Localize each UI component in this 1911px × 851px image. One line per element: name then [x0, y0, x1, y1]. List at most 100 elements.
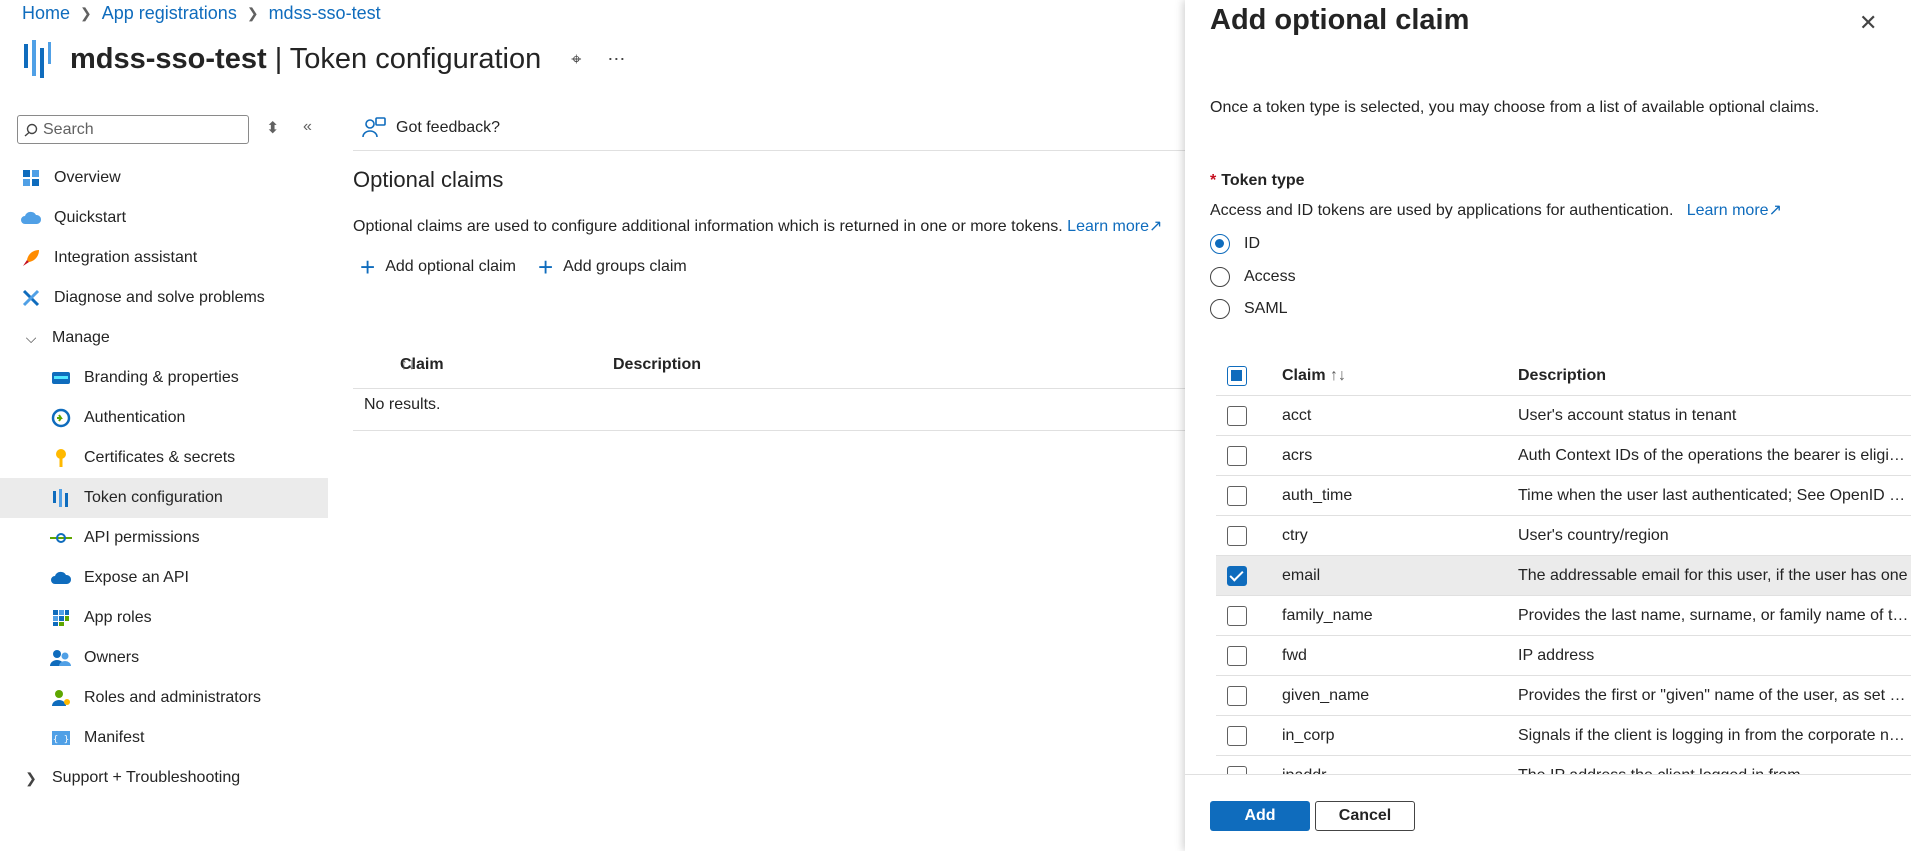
chevron-down-icon: ⌵: [25, 329, 37, 346]
quickstart-cloud-icon: [20, 207, 42, 229]
claim-description: Provides the first or "given" name of th…: [1518, 686, 1911, 704]
sidebar-group-support[interactable]: ❯ Support + Troubleshooting: [0, 758, 328, 798]
sort-icon: ↑↓: [400, 356, 416, 373]
feedback-icon: [362, 117, 386, 138]
sort-icon: ↑↓: [1330, 366, 1347, 384]
learn-more-link[interactable]: Learn more↗: [1067, 218, 1162, 235]
token-configuration-icon: [50, 487, 72, 509]
sidebar-item-branding[interactable]: Branding & properties: [0, 358, 328, 398]
chevron-right-icon: ❯: [246, 5, 259, 21]
claim-checkbox[interactable]: [1227, 725, 1247, 746]
claim-row[interactable]: given_name Provides the first or "given" …: [1216, 676, 1911, 716]
claim-row[interactable]: acct User's account status in tenant: [1216, 396, 1911, 436]
breadcrumb-app[interactable]: mdss-sso-test: [269, 3, 381, 24]
add-optional-claim-button[interactable]: + Add optional claim: [360, 254, 516, 280]
sidebar-group-manage[interactable]: ⌵ Manage: [0, 318, 328, 358]
claim-checkbox[interactable]: [1227, 445, 1247, 466]
roles-admins-icon: [50, 687, 72, 709]
radio-button[interactable]: [1210, 267, 1230, 287]
search-input[interactable]: Search: [17, 115, 249, 144]
claim-name: given_name: [1282, 686, 1370, 704]
token-type-description: Access and ID tokens are used by applica…: [1210, 202, 1782, 219]
claim-description: The addressable email for this user, if …: [1518, 566, 1908, 584]
pin-icon[interactable]: ⌖: [571, 49, 581, 70]
claim-row[interactable]: in_corp Signals if the client is logging …: [1216, 716, 1911, 756]
claim-name: in_corp: [1282, 726, 1335, 744]
radio-id[interactable]: ID: [1210, 234, 1260, 254]
breadcrumb-home[interactable]: Home: [22, 3, 70, 24]
claim-checkbox[interactable]: [1227, 765, 1247, 774]
claim-description: The IP address the client logged in from: [1518, 767, 1911, 775]
claim-checkbox[interactable]: [1227, 605, 1247, 626]
select-all-checkbox[interactable]: [1227, 365, 1247, 386]
claim-name: auth_time: [1282, 486, 1353, 504]
claim-checkbox[interactable]: [1227, 565, 1247, 586]
section-description: Optional claims are used to configure ad…: [353, 218, 1163, 235]
radio-access[interactable]: Access: [1210, 267, 1296, 287]
sidebar-item-certificates[interactable]: Certificates & secrets: [0, 438, 328, 478]
claims-list-header: Claim ↑↓ Description: [1216, 356, 1911, 396]
claim-row[interactable]: family_name Provides the last name, surna…: [1216, 596, 1911, 636]
claim-description: Time when the user last authenticated; S…: [1518, 486, 1911, 504]
claim-name: fwd: [1282, 646, 1307, 664]
sidebar-item-authentication[interactable]: Authentication: [0, 398, 328, 438]
divider: [353, 430, 1188, 431]
radio-saml[interactable]: SAML: [1210, 299, 1288, 319]
collapse-sidebar-icon[interactable]: «: [303, 118, 312, 136]
plus-icon: +: [537, 252, 554, 282]
cancel-button[interactable]: Cancel: [1315, 801, 1415, 831]
feedback-button[interactable]: Got feedback?: [362, 117, 500, 139]
claim-row[interactable]: email The addressable email for this user…: [1216, 556, 1911, 596]
sidebar-item-diagnose[interactable]: Diagnose and solve problems: [0, 278, 328, 318]
claim-description: Auth Context IDs of the operations the b…: [1518, 446, 1911, 464]
add-optional-claim-panel: Add optional claim ✕ Once a token type i…: [1185, 0, 1911, 851]
sort-toggle-icon[interactable]: ⬍: [266, 118, 279, 138]
sidebar-item-quickstart[interactable]: Quickstart: [0, 198, 328, 238]
sidebar-item-token-configuration[interactable]: Token configuration: [0, 478, 328, 518]
panel-title: Add optional claim: [1210, 4, 1470, 36]
claim-row[interactable]: ipaddr The IP address the client logged i…: [1216, 756, 1911, 774]
sidebar-item-api-permissions[interactable]: API permissions: [0, 518, 328, 558]
panel-description: Once a token type is selected, you may c…: [1210, 99, 1820, 116]
authentication-icon: [50, 407, 72, 429]
add-button[interactable]: Add: [1210, 801, 1310, 831]
sidebar-item-expose-api[interactable]: Expose an API: [0, 558, 328, 598]
claim-row[interactable]: auth_time Time when the user last authent…: [1216, 476, 1911, 516]
claim-name: family_name: [1282, 606, 1373, 624]
sidebar-item-integration-assistant[interactable]: Integration assistant: [0, 238, 328, 278]
claim-description: User's country/region: [1518, 526, 1669, 544]
rocket-icon: [20, 247, 42, 269]
claim-name: email: [1282, 566, 1321, 584]
no-results-text: No results.: [364, 396, 441, 413]
breadcrumb-app-registrations[interactable]: App registrations: [102, 3, 237, 24]
search-icon: [24, 123, 38, 137]
close-icon[interactable]: ✕: [1859, 10, 1877, 36]
claim-checkbox[interactable]: [1227, 525, 1247, 546]
column-header-claim[interactable]: Claim ↑↓: [1282, 367, 1346, 385]
token-configuration-icon: [24, 40, 51, 78]
claim-row[interactable]: acrs Auth Context IDs of the operations t…: [1216, 436, 1911, 476]
sidebar-item-manifest[interactable]: { } Manifest: [0, 718, 328, 758]
sidebar-item-roles-administrators[interactable]: Roles and administrators: [0, 678, 328, 718]
chevron-right-icon: ❯: [25, 769, 37, 786]
column-header-description: Description: [613, 356, 702, 373]
radio-button-selected[interactable]: [1210, 234, 1230, 254]
claim-row[interactable]: fwd IP address: [1216, 636, 1911, 676]
breadcrumb: Home ❯ App registrations ❯ mdss-sso-test: [22, 3, 381, 24]
more-options-icon[interactable]: ⋯: [607, 49, 626, 70]
claim-checkbox[interactable]: [1227, 485, 1247, 506]
divider: [353, 150, 1188, 151]
token-type-label: * Token type: [1210, 172, 1305, 189]
claim-checkbox[interactable]: [1227, 645, 1247, 666]
claims-list: Claim ↑↓ Description acct User's account …: [1216, 356, 1911, 774]
claim-checkbox[interactable]: [1227, 405, 1247, 426]
learn-more-link[interactable]: Learn more↗: [1687, 202, 1782, 219]
radio-button[interactable]: [1210, 299, 1230, 319]
sidebar-item-overview[interactable]: Overview: [0, 158, 328, 198]
add-groups-claim-button[interactable]: + Add groups claim: [537, 252, 687, 282]
claim-checkbox[interactable]: [1227, 685, 1247, 706]
claim-row[interactable]: ctry User's country/region: [1216, 516, 1911, 556]
sidebar-item-app-roles[interactable]: App roles: [0, 598, 328, 638]
panel-footer-divider: [1185, 774, 1911, 775]
sidebar-item-owners[interactable]: Owners: [0, 638, 328, 678]
